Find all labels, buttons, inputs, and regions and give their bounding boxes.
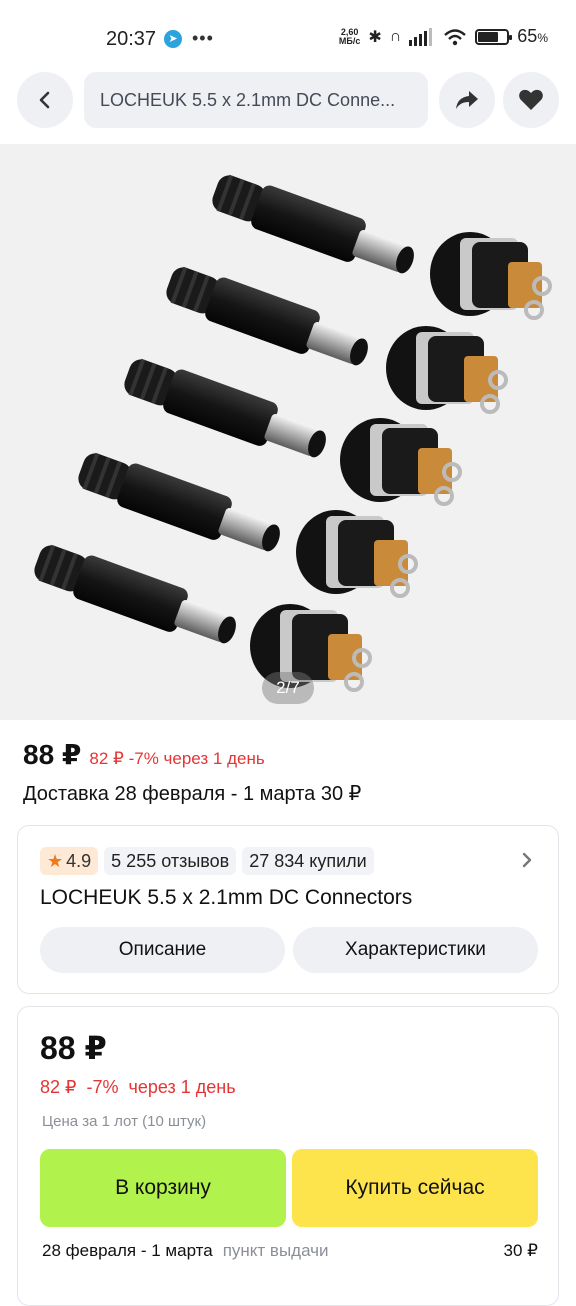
image-counter: 2/7 <box>262 672 314 704</box>
chevron-left-icon <box>39 91 50 109</box>
product-title: LOCHEUK 5.5 x 2.1mm DC Connectors <box>40 886 413 909</box>
chevron-right-icon[interactable] <box>520 850 534 870</box>
rating-value: 4.9 <box>66 850 92 871</box>
favorite-button[interactable] <box>503 72 559 128</box>
bluetooth-icon: ✱ <box>368 28 382 46</box>
more-notifications-icon: ••• <box>192 28 214 48</box>
telegram-icon: ➤ <box>164 29 182 48</box>
add-to-cart-button[interactable]: В корзину <box>40 1149 286 1227</box>
description-button[interactable]: Описание <box>40 927 285 973</box>
bought-chip: 27 834 купили <box>242 847 374 875</box>
price-current: 88 ₽ <box>23 739 82 770</box>
purchase-price: 88 ₽ <box>40 1030 107 1066</box>
specifications-button[interactable]: Характеристики <box>293 927 538 973</box>
rating-chip[interactable]: ★ 4.9 <box>40 847 99 875</box>
heart-icon <box>519 89 543 110</box>
back-button[interactable] <box>17 72 73 128</box>
network-speed: 2,60 МБ/с <box>338 26 361 46</box>
star-icon: ★ <box>47 850 64 871</box>
signal-icon <box>409 27 433 46</box>
status-bar: 20:37 ➤ ••• 2,60 МБ/с ✱ ∩ 65% <box>0 0 576 72</box>
status-notification-icons: ➤ ••• <box>164 28 214 49</box>
product-info-card: ★ 4.9 5 255 отзывов 27 834 купили LOCHEU… <box>17 825 559 994</box>
search-text: LOCHEUK 5.5 x 2.1mm DC Conne... <box>100 89 396 110</box>
product-photo <box>34 174 552 692</box>
share-button[interactable] <box>439 72 495 128</box>
delivery-info: Доставка 28 февраля - 1 марта 30 ₽ <box>23 783 362 805</box>
price-summary: 88 ₽ 82 ₽ -7% через 1 день Доставка 28 ф… <box>23 738 361 806</box>
price-discount-line: 82 ₽ -7% через 1 день <box>89 749 265 768</box>
reviews-chip[interactable]: 5 255 отзывов <box>104 847 237 875</box>
battery-icon <box>475 28 513 45</box>
buy-now-button[interactable]: Купить сейчас <box>292 1149 538 1227</box>
top-navigation-bar: LOCHEUK 5.5 x 2.1mm DC Conne... <box>0 72 576 128</box>
battery-percent: 65% <box>517 26 548 46</box>
lot-note: Цена за 1 лот (10 штук) <box>42 1113 207 1130</box>
purchase-card: 88 ₽ 82 ₽ -7% через 1 день Цена за 1 лот… <box>17 1006 559 1306</box>
purchase-discount-line: 82 ₽ -7% через 1 день <box>40 1077 236 1097</box>
delivery-price: 30 ₽ <box>503 1241 538 1260</box>
delivery-date: 28 февраля - 1 марта <box>42 1241 213 1260</box>
delivery-option-row[interactable]: 28 февраля - 1 марта пункт выдачи 30 ₽ <box>42 1241 538 1261</box>
share-arrow-icon <box>456 91 478 109</box>
wifi-icon <box>444 28 467 45</box>
product-image-gallery[interactable]: 2/7 <box>0 144 576 720</box>
delivery-type: пункт выдачи <box>222 1241 329 1260</box>
search-field[interactable]: LOCHEUK 5.5 x 2.1mm DC Conne... <box>84 72 428 128</box>
headphones-icon: ∩ <box>389 27 402 45</box>
status-system-icons: 2,60 МБ/с ✱ ∩ 65% <box>339 26 548 47</box>
status-time: 20:37 <box>106 28 157 50</box>
